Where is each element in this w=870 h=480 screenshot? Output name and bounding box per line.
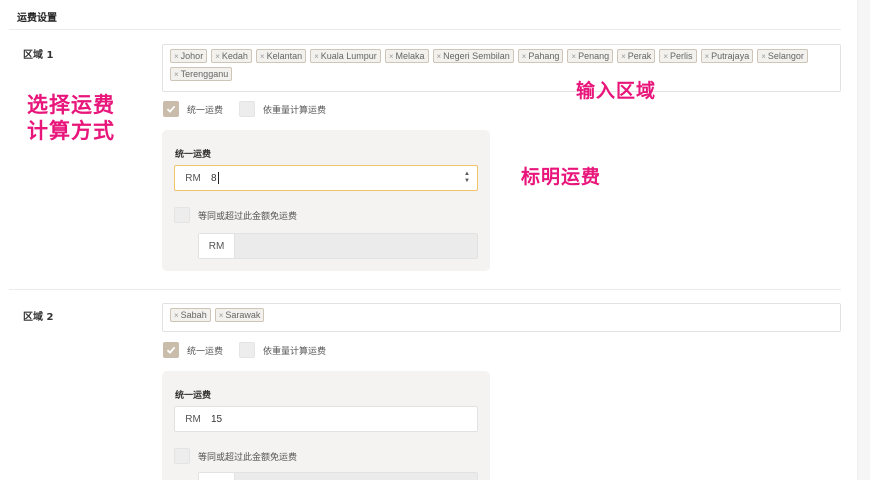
- state-tag[interactable]: × Sarawak: [214, 308, 265, 322]
- annotation-line: 选择运费: [27, 93, 115, 117]
- remove-tag-icon[interactable]: ×: [571, 52, 576, 61]
- state-tag[interactable]: × Kelantan: [255, 49, 307, 63]
- weight-rate-label: 依重量计算运费: [263, 105, 327, 116]
- state-tag-label: Pahang: [528, 51, 560, 61]
- state-tag[interactable]: × Pahang: [517, 49, 564, 63]
- remove-tag-icon[interactable]: ×: [314, 52, 319, 61]
- state-tag[interactable]: × Perak: [617, 49, 656, 63]
- flat-rate-label: 统一运费: [187, 346, 224, 357]
- free-shipping-option: 等同或超过此金额免运费: [174, 448, 297, 464]
- state-tag[interactable]: × Penang: [567, 49, 614, 63]
- remove-tag-icon[interactable]: ×: [215, 52, 220, 61]
- state-tag-label: Sarawak: [225, 310, 261, 320]
- state-tag[interactable]: × Perlis: [659, 49, 697, 63]
- annotation-specify-fee: 标明运费: [521, 166, 602, 188]
- flat-rate-checkbox[interactable]: [163, 101, 179, 117]
- currency-prefix: RM: [199, 473, 235, 480]
- remove-tag-icon[interactable]: ×: [522, 52, 527, 61]
- state-tag[interactable]: × Melaka: [384, 49, 429, 63]
- state-tag-label: Perak: [627, 51, 652, 61]
- state-tag[interactable]: × Selangor: [757, 49, 808, 63]
- weight-rate-label: 依重量计算运费: [263, 346, 327, 357]
- free-shipping-checkbox[interactable]: [174, 448, 190, 464]
- state-tag-label: Melaka: [395, 51, 425, 61]
- flat-rate-label: 统一运费: [187, 105, 224, 116]
- region-2-fee-input[interactable]: RM 15: [174, 406, 478, 432]
- state-tag-label: Selangor: [767, 51, 804, 61]
- region-1-states-input[interactable]: × Johor × Kedah × Kelantan × Kuala Lumpur × Melak…: [162, 44, 841, 92]
- annotation-enter-region: 输入区域: [576, 80, 657, 102]
- weight-rate-checkbox[interactable]: [239, 342, 256, 358]
- state-tag[interactable]: × Kedah: [211, 49, 252, 63]
- checkmark-icon: [166, 105, 176, 113]
- currency-prefix: RM: [185, 413, 201, 425]
- card-title: 统一运费: [175, 391, 212, 401]
- currency-prefix: RM: [199, 234, 235, 258]
- state-tag[interactable]: × Terengganu: [170, 67, 233, 81]
- weight-rate-checkbox[interactable]: [239, 101, 256, 117]
- fee-value: 8: [211, 172, 217, 184]
- state-tag[interactable]: × Kuala Lumpur: [310, 49, 381, 63]
- remove-tag-icon[interactable]: ×: [761, 52, 766, 61]
- state-tag[interactable]: × Sabah: [170, 308, 211, 322]
- free-shipping-checkbox[interactable]: [174, 207, 190, 223]
- up-down-arrows-icon[interactable]: ▲ ▼: [457, 166, 477, 190]
- region-1-free-threshold-input[interactable]: RM: [198, 233, 478, 259]
- annotation-line: 计算方式: [27, 119, 115, 143]
- free-shipping-label: 等同或超过此金额免运费: [198, 211, 298, 222]
- region-2-free-threshold-input[interactable]: RM: [198, 472, 478, 480]
- threshold-value: [235, 473, 477, 480]
- remove-tag-icon[interactable]: ×: [174, 52, 179, 61]
- shipping-settings-panel: 运费设置 区域 1 × Johor × Kedah × Kelantan × Kuala Lu…: [0, 0, 857, 480]
- region-1-fee-input[interactable]: RM 8 ▲ ▼: [174, 165, 478, 191]
- state-tag-label: Sabah: [180, 310, 207, 320]
- annotation-choose-method: 选择运费 计算方式: [27, 92, 115, 144]
- flat-rate-checkbox[interactable]: [163, 342, 179, 358]
- remove-tag-icon[interactable]: ×: [663, 52, 668, 61]
- remove-tag-icon[interactable]: ×: [174, 70, 179, 79]
- card-title: 统一运费: [175, 150, 212, 160]
- remove-tag-icon[interactable]: ×: [621, 52, 626, 61]
- remove-tag-icon[interactable]: ×: [389, 52, 394, 61]
- state-tag-label: Johor: [180, 51, 204, 61]
- state-tag-label: Negeri Sembilan: [443, 51, 510, 61]
- state-tag-label: Kelantan: [266, 51, 303, 61]
- state-tag-label: Kuala Lumpur: [320, 51, 377, 61]
- text-caret: [217, 172, 219, 184]
- fee-value: 15: [211, 413, 223, 425]
- state-tag-label: Putrajaya: [711, 51, 750, 61]
- region-1-method-options: 统一运费 依重量计算运费: [163, 101, 326, 117]
- scrollbar-track[interactable]: [857, 0, 870, 480]
- region-1-label: 区域 1: [23, 50, 54, 61]
- remove-tag-icon[interactable]: ×: [705, 52, 710, 61]
- checkmark-icon: [166, 346, 176, 354]
- remove-tag-icon[interactable]: ×: [219, 311, 224, 320]
- remove-tag-icon[interactable]: ×: [437, 52, 442, 61]
- section-title: 运费设置: [17, 13, 57, 24]
- region-2-method-options: 统一运费 依重量计算运费: [163, 342, 326, 358]
- region-1-rate-card: 统一运费 RM 8 ▲ ▼ 等同或超过此金额免运费 RM: [162, 130, 490, 271]
- threshold-value: [235, 234, 477, 258]
- state-tag[interactable]: × Johor: [170, 49, 208, 63]
- free-shipping-label: 等同或超过此金额免运费: [198, 452, 298, 463]
- region-2-label: 区域 2: [23, 312, 54, 323]
- state-tag[interactable]: × Negeri Sembilan: [432, 49, 514, 63]
- remove-tag-icon[interactable]: ×: [174, 311, 179, 320]
- state-tag-label: Perlis: [669, 51, 693, 61]
- state-tag-label: Penang: [578, 51, 610, 61]
- state-tag-label: Terengganu: [180, 69, 229, 79]
- region-divider: [9, 289, 841, 290]
- state-tag[interactable]: × Putrajaya: [700, 49, 754, 63]
- region-2-rate-card: 统一运费 RM 15 等同或超过此金额免运费 RM: [162, 371, 490, 480]
- remove-tag-icon[interactable]: ×: [260, 52, 265, 61]
- state-tag-label: Kedah: [221, 51, 248, 61]
- free-shipping-option: 等同或超过此金额免运费: [174, 207, 297, 223]
- region-2-states-input[interactable]: × Sabah × Sarawak: [162, 303, 841, 332]
- currency-prefix: RM: [185, 172, 201, 184]
- section-divider: [9, 29, 841, 30]
